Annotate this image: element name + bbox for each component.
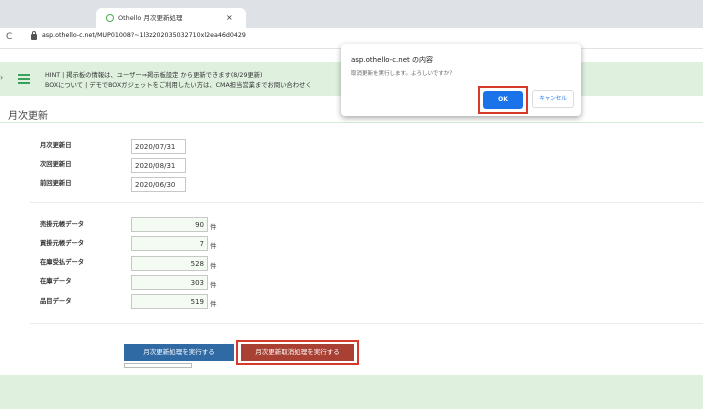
status-box [124,363,192,368]
title-divider [0,122,703,123]
monthly-update-date-label: 月次更新日 [40,142,72,149]
payables-ledger-count: 7 [131,236,208,251]
tab-close-icon[interactable]: × [226,8,233,28]
othello-favicon-icon [106,14,114,22]
next-update-date-label: 次回更新日 [40,161,72,168]
ok-button-highlight: OK [478,86,528,114]
item-data-label: 品目データ [40,298,72,305]
tab-title: Othello 月次更新処理 [118,14,183,22]
execute-cancel-update-button[interactable]: 月次更新取消処理を実行する [241,344,354,361]
page-title: 月次更新 [8,111,48,122]
dialog-ok-button[interactable]: OK [483,91,523,109]
monthly-update-date-field[interactable]: 2020/07/31 [131,139,186,154]
item-data-count: 519 [131,294,208,309]
count-unit: 件 [210,223,217,231]
confirm-dialog: asp.othello-c.net の内容 取消更新を実行します。よろしいですか… [341,44,581,116]
inventory-data-count: 303 [131,275,208,290]
hint-text-line2: BOXについて | デモでBOXガジェットをご利用したい方は、CMA担当営業まで… [45,82,312,89]
next-update-date-field[interactable]: 2020/08/31 [131,158,186,173]
section-divider [30,323,703,324]
cancel-button-highlight: 月次更新取消処理を実行する [236,340,359,365]
receivables-ledger-count: 90 [131,217,208,232]
hint-text-line1: HINT | 掲示板の情報は、ユーザー⇒掲示板設定 から更新できます(8/29更… [45,72,263,79]
execute-monthly-update-button[interactable]: 月次更新処理を実行する [124,344,234,361]
section-divider [30,202,703,203]
dialog-title: asp.othello-c.net の内容 [351,56,433,64]
inventory-transactions-count: 528 [131,256,208,271]
hamburger-menu-icon[interactable] [18,74,30,84]
count-unit: 件 [210,262,217,270]
inventory-transactions-label: 在庫受払データ [40,259,85,266]
footer-area [0,375,703,409]
previous-update-date-label: 前回更新日 [40,180,72,187]
count-unit: 件 [210,242,217,250]
dialog-message: 取消更新を実行します。よろしいですか？ [351,71,455,77]
browser-tab[interactable]: Othello 月次更新処理 × [96,8,246,28]
dialog-cancel-button[interactable]: キャンセル [532,90,574,108]
side-arrow-icon: › [0,73,4,82]
inventory-data-label: 在庫データ [40,278,72,285]
lock-icon [31,31,37,40]
count-unit: 件 [210,281,217,289]
count-unit: 件 [210,300,217,308]
payables-ledger-label: 買掛元帳データ [40,240,85,247]
browser-tab-strip: Othello 月次更新処理 × [0,0,703,28]
receivables-ledger-label: 売掛元帳データ [40,221,85,228]
url-text[interactable]: asp.othello-c.net/MUP01008?~1l3z20203503… [42,32,246,39]
previous-update-date-field[interactable]: 2020/06/30 [131,177,186,192]
reload-icon[interactable]: C [6,32,12,42]
